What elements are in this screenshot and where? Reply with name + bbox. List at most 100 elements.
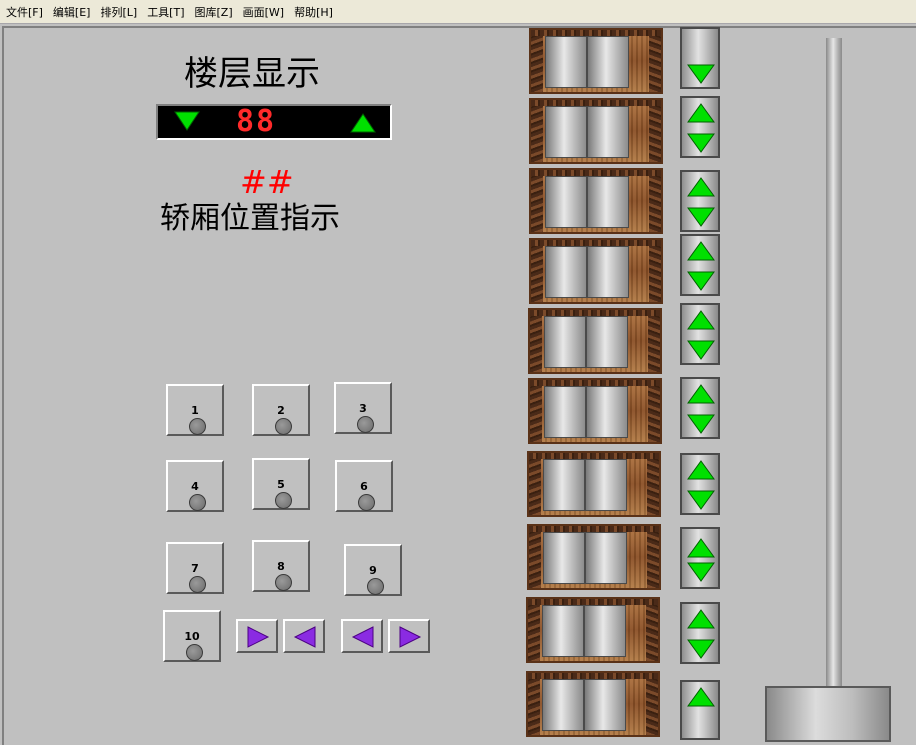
- down-triangle-icon[interactable]: [687, 413, 715, 435]
- down-triangle-icon[interactable]: [687, 489, 715, 511]
- elevator-car: [765, 686, 891, 742]
- door-leaf-left: [545, 176, 587, 228]
- down-triangle-icon: [174, 111, 200, 131]
- down-triangle-icon[interactable]: [687, 206, 715, 228]
- car-position-marker: ##: [240, 163, 294, 201]
- hall-call-floor-6: [680, 303, 720, 365]
- landing-door-floor-1: [526, 671, 660, 737]
- hall-call-floor-4: [680, 453, 720, 515]
- down-triangle-icon[interactable]: [687, 132, 715, 154]
- menu-file[interactable]: 文件[F]: [0, 4, 47, 20]
- button-lamp: [186, 644, 203, 661]
- button-lamp: [275, 574, 292, 591]
- menu-help[interactable]: 帮助[H]: [288, 4, 337, 20]
- hall-call-floor-10: [680, 27, 720, 89]
- menu-tools[interactable]: 工具[T]: [141, 4, 188, 20]
- hall-call-floor-2: [680, 602, 720, 664]
- car-position-label: 轿厢位置指示: [160, 201, 340, 236]
- door-leaf-right: [586, 386, 628, 438]
- down-triangle-icon[interactable]: [687, 63, 715, 85]
- up-triangle-icon[interactable]: [687, 176, 715, 198]
- shaft-rail: [826, 38, 842, 690]
- up-triangle-icon[interactable]: [687, 459, 715, 481]
- floor-seven-segment: 88: [236, 104, 277, 139]
- menu-edit[interactable]: 编辑[E]: [47, 4, 95, 20]
- door-close-button-left[interactable]: [283, 619, 325, 653]
- door-leaf-left: [544, 386, 586, 438]
- button-number: 2: [277, 404, 285, 417]
- car-button-7[interactable]: 7: [166, 542, 224, 594]
- door-leaf-right: [585, 459, 627, 511]
- down-triangle-icon[interactable]: [687, 561, 715, 583]
- landing-door-floor-5: [528, 378, 662, 444]
- door-leaf-right: [587, 246, 629, 298]
- car-button-1[interactable]: 1: [166, 384, 224, 436]
- door-leaf-left: [542, 679, 584, 731]
- landing-door-floor-7: [529, 238, 663, 304]
- menu-screen[interactable]: 画面[W]: [237, 4, 288, 20]
- landing-door-floor-4: [527, 451, 661, 517]
- button-lamp: [358, 494, 375, 511]
- button-number: 6: [360, 480, 368, 493]
- car-button-2[interactable]: 2: [252, 384, 310, 436]
- car-button-3[interactable]: 3: [334, 382, 392, 434]
- button-number: 10: [184, 630, 200, 643]
- car-button-9[interactable]: 9: [344, 544, 402, 596]
- hall-call-floor-7: [680, 234, 720, 296]
- menu-arrange[interactable]: 排列[L]: [94, 4, 141, 20]
- button-lamp: [367, 578, 384, 595]
- landing-door-floor-10: [529, 28, 663, 94]
- landing-door-floor-6: [528, 308, 662, 374]
- up-triangle-icon[interactable]: [687, 383, 715, 405]
- up-triangle-icon[interactable]: [687, 686, 715, 708]
- car-button-4[interactable]: 4: [166, 460, 224, 512]
- button-number: 7: [191, 562, 199, 575]
- up-triangle-icon[interactable]: [687, 309, 715, 331]
- door-leaf-left: [544, 316, 586, 368]
- up-triangle-icon[interactable]: [687, 102, 715, 124]
- door-leaf-left: [545, 246, 587, 298]
- up-triangle-icon[interactable]: [687, 240, 715, 262]
- door-open-button-right[interactable]: [236, 619, 278, 653]
- landing-door-floor-2: [526, 597, 660, 663]
- hall-call-floor-9: [680, 96, 720, 158]
- hall-call-floor-3: [680, 527, 720, 589]
- down-triangle-icon[interactable]: [687, 270, 715, 292]
- down-triangle-icon[interactable]: [687, 339, 715, 361]
- door-leaf-right: [584, 679, 626, 731]
- landing-door-floor-9: [529, 98, 663, 164]
- door-leaf-right: [587, 176, 629, 228]
- hall-call-floor-5: [680, 377, 720, 439]
- button-lamp: [189, 418, 206, 435]
- door-leaf-right: [584, 605, 626, 657]
- floor-display-title: 楼层显示: [184, 54, 320, 94]
- car-button-10[interactable]: 10: [163, 610, 221, 662]
- menu-gallery[interactable]: 图库[Z]: [189, 4, 237, 20]
- down-triangle-icon[interactable]: [687, 638, 715, 660]
- door-leaf-left: [545, 106, 587, 158]
- car-button-5[interactable]: 5: [252, 458, 310, 510]
- right-triangle-icon: [399, 626, 422, 648]
- button-number: 3: [359, 402, 367, 415]
- button-number: 8: [277, 560, 285, 573]
- menu-bar: 文件[F] 编辑[E] 排列[L] 工具[T] 图库[Z] 画面[W] 帮助[H…: [0, 0, 916, 24]
- door-button-right[interactable]: [388, 619, 430, 653]
- door-leaf-right: [586, 316, 628, 368]
- door-button-left[interactable]: [341, 619, 383, 653]
- canvas-area: [2, 26, 916, 745]
- left-triangle-icon: [351, 626, 374, 648]
- button-number: 4: [191, 480, 199, 493]
- hall-call-floor-8: [680, 170, 720, 232]
- up-triangle-icon[interactable]: [687, 608, 715, 630]
- car-button-8[interactable]: 8: [252, 540, 310, 592]
- door-leaf-left: [543, 459, 585, 511]
- car-button-6[interactable]: 6: [335, 460, 393, 512]
- door-leaf-right: [587, 36, 629, 88]
- up-triangle-icon: [350, 113, 376, 133]
- landing-door-floor-8: [529, 168, 663, 234]
- floor-display-panel: 88: [156, 104, 392, 140]
- hall-call-floor-1: [680, 680, 720, 740]
- button-number: 9: [369, 564, 377, 577]
- up-triangle-icon[interactable]: [687, 537, 715, 559]
- button-number: 1: [191, 404, 199, 417]
